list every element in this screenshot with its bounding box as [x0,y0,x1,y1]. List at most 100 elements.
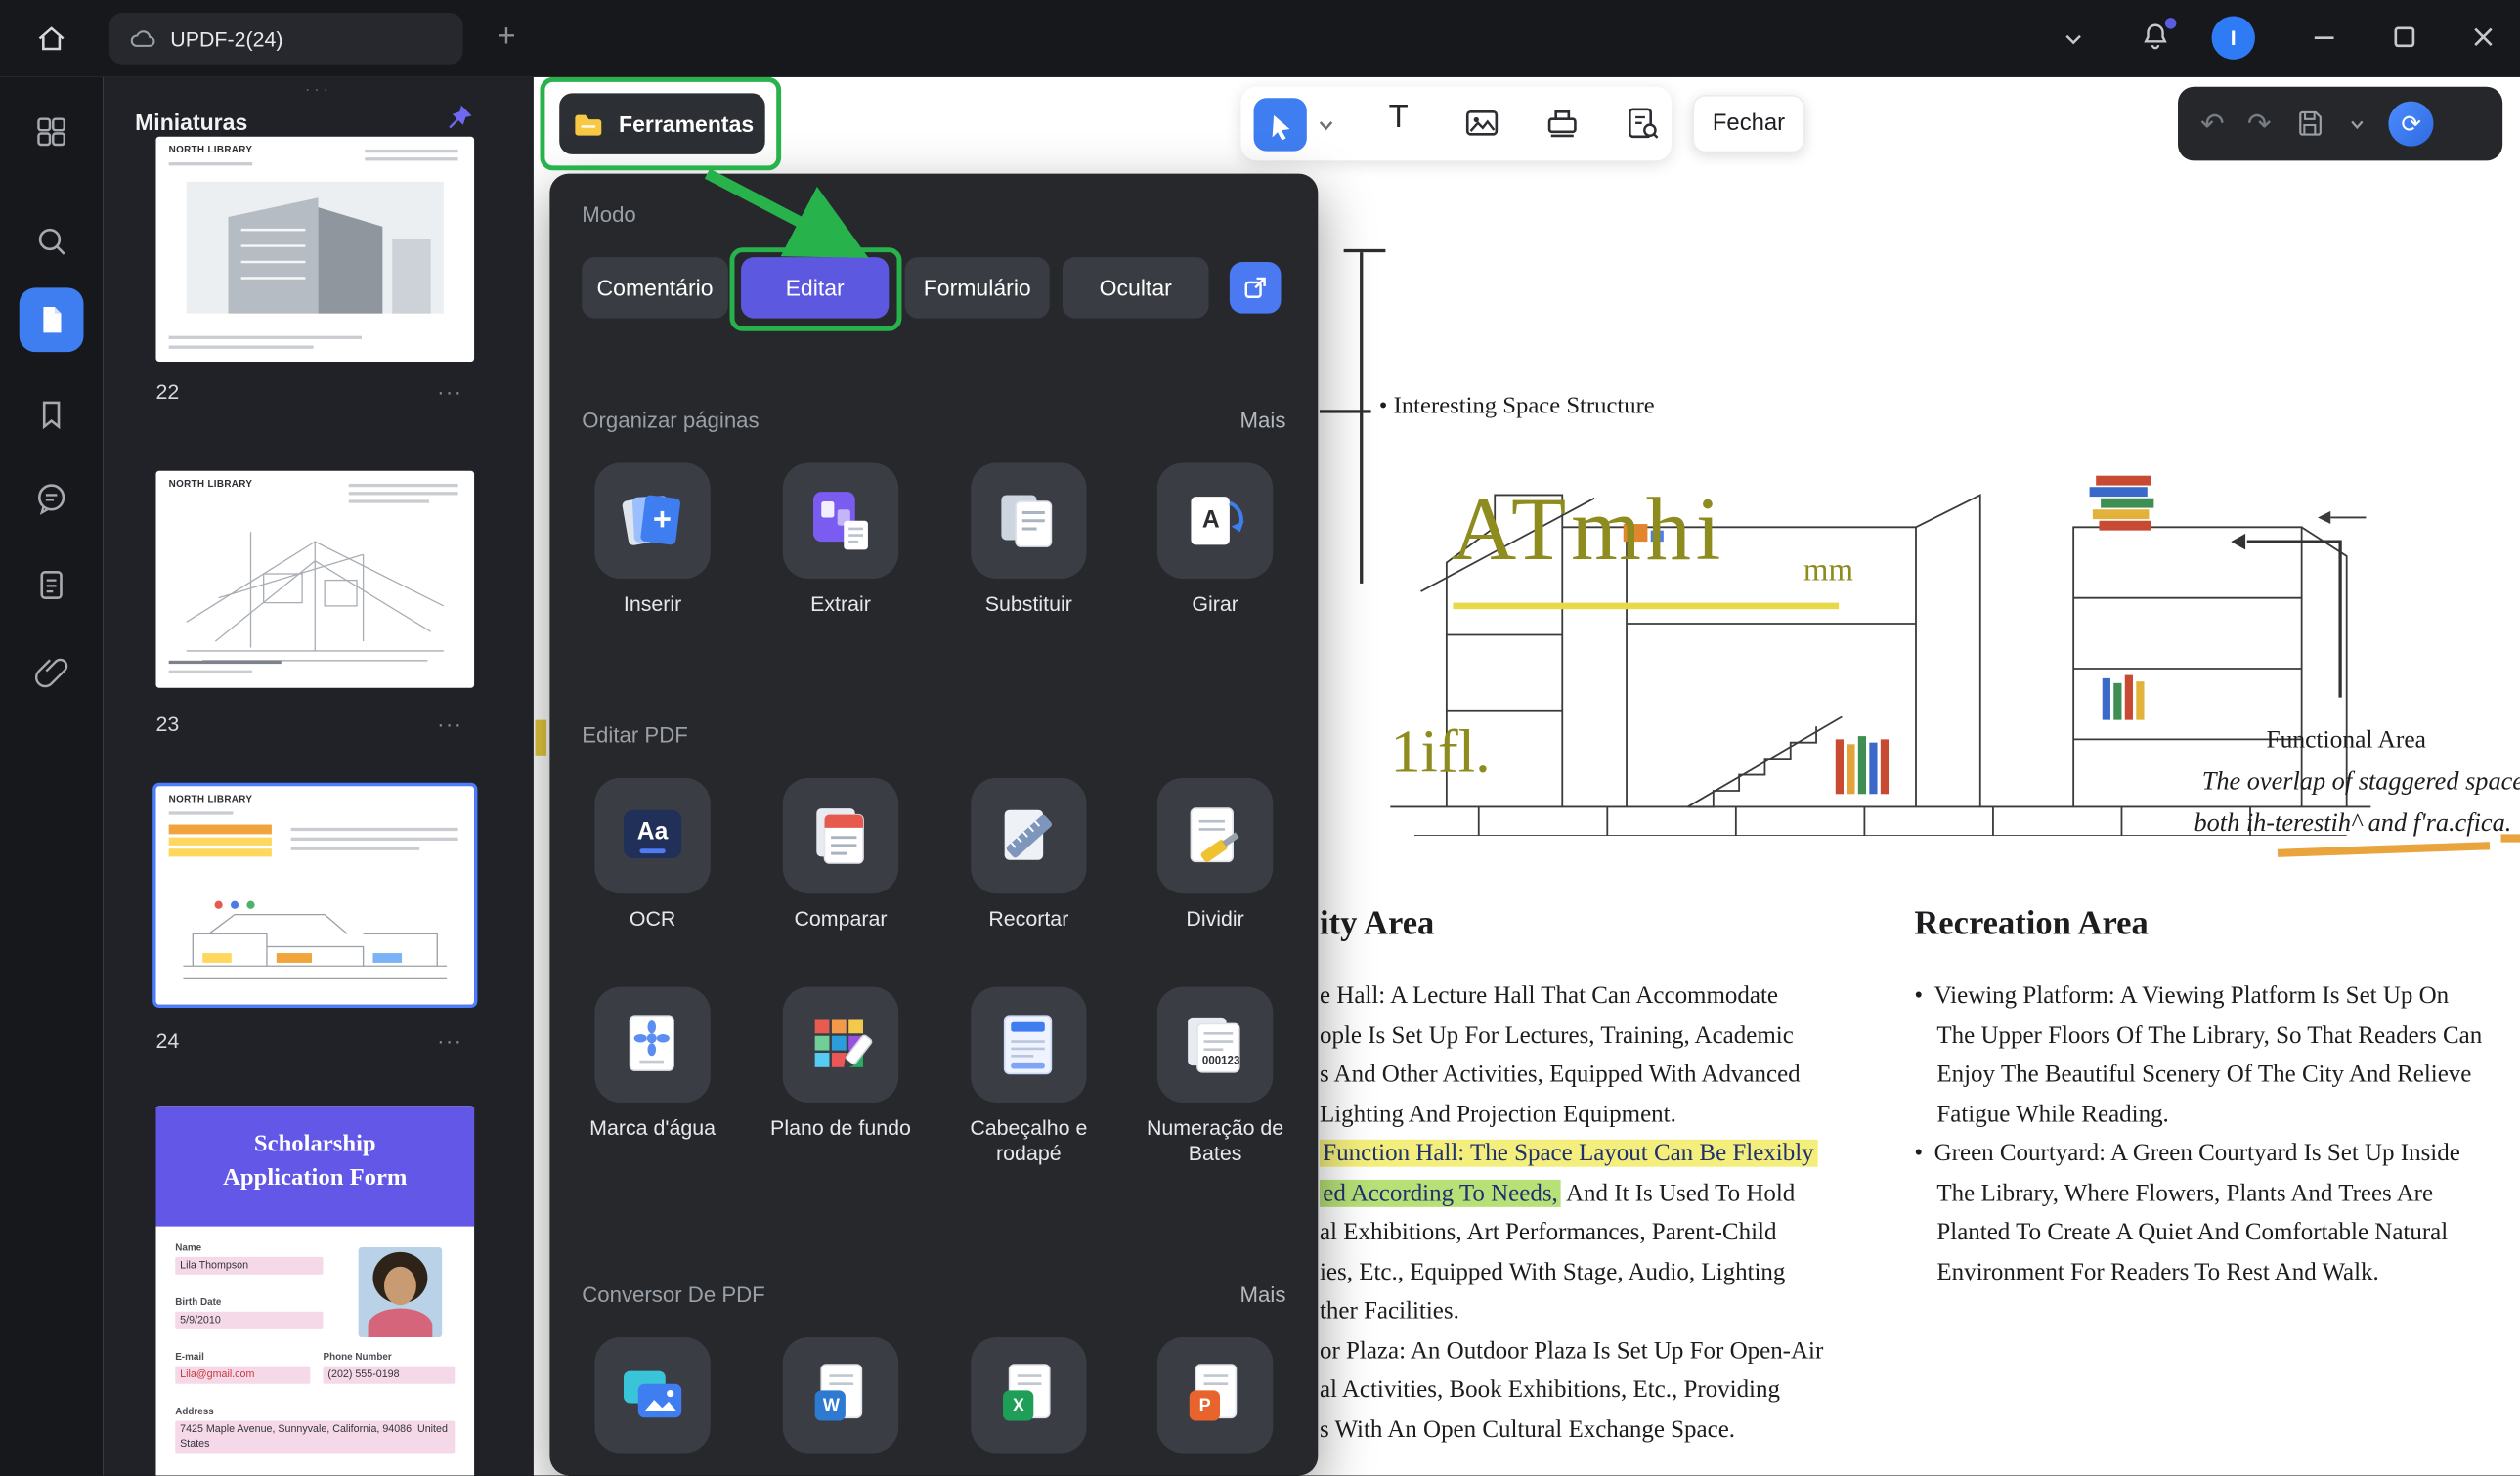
tool-plano-de-fundo[interactable]: Plano de fundo [760,987,921,1142]
page-22-more-button[interactable]: ··· [437,379,462,404]
undo-button[interactable]: ↶ [2200,109,2225,139]
tool-dividir[interactable]: Dividir [1135,778,1295,933]
page-23-more-button[interactable]: ··· [437,712,462,736]
tool-convert-ppt[interactable]: P [1135,1337,1295,1453]
mode-label: Ocultar [1100,275,1172,300]
form-phone-value: (202) 555-0198 [324,1367,456,1384]
pin-icon[interactable] [445,103,474,132]
save-chevron-icon[interactable] [2349,115,2367,133]
books-mid [1836,736,1889,794]
comment-icon [34,481,69,516]
new-tab-button[interactable]: + [486,16,528,58]
tool-girar[interactable]: A Girar [1135,463,1295,618]
organizar-mais-link[interactable]: Mais [1240,409,1286,433]
right-text-column: Viewing Platform: A Viewing Platform Is … [1914,977,2520,1292]
select-tool-chevron-icon[interactable] [1317,115,1336,135]
left-text-column: e Hall: A Lecture Hall That Can Accommod… [1320,977,1850,1450]
select-tool-button[interactable] [1254,98,1307,151]
document-tab[interactable]: UPDF-2(24) [109,13,463,65]
grid-icon [34,114,69,150]
tool-numeracao-bates[interactable]: 000123 Numeração de Bates [1135,987,1295,1167]
thumbnail-page-23[interactable]: NORTH LIBRARY [155,471,474,688]
thumbnail-page-24[interactable]: NORTH LIBRARY [155,786,474,1005]
mode-editar-button[interactable]: Editar [741,257,889,318]
tool-inserir[interactable]: Inserir [572,463,732,618]
tools-dropdown-panel: Modo Comentário Editar Formulário Oculta… [549,174,1318,1476]
tool-comparar[interactable]: Comparar [760,778,921,933]
doc-line: The Upper Floors Of The Library, So That… [1936,1017,2520,1056]
app-window: UPDF-2(24) + I [0,0,2520,1475]
thumbnail-scholarship-form[interactable]: Scholarship Application Form Name Lila T… [155,1106,474,1475]
tool-label: Recortar [958,906,1100,932]
page-text-button[interactable] [0,553,103,618]
redo-button[interactable]: ↷ [2247,109,2272,139]
tool-extrair[interactable]: Extrair [760,463,921,618]
doc-annotation-line [1320,410,1371,412]
crop-icon [971,778,1086,893]
page-search-tool-button[interactable] [1624,105,1662,143]
doc-big-text-sub: mm [1803,553,1853,590]
mode-label: Editar [786,275,845,300]
word-badge-letter: W [823,1397,840,1416]
cursor-icon [1266,110,1295,140]
yellow-highlight-text: Function Hall: The Space Layout Can Be F… [1320,1140,1817,1167]
fechar-button[interactable]: Fechar [1692,95,1804,152]
close-icon[interactable] [2469,22,2498,52]
page-number-23: 23 [155,712,179,736]
tool-cabecalho-rodape[interactable]: Cabeçalho e rodapé [948,987,1108,1167]
maximize-icon[interactable] [2390,22,2419,52]
apps-grid-button[interactable] [0,100,103,164]
mode-comentario-button[interactable]: Comentário [582,257,728,318]
save-button[interactable] [2294,108,2326,140]
split-icon [1157,778,1273,893]
doc-line-rest: And It Is Used To Hold [1561,1179,1795,1206]
thumbnails-panel-button[interactable] [20,287,84,352]
search-button[interactable] [0,209,103,274]
tool-label: Extrair [770,591,912,617]
home-button[interactable] [22,15,80,63]
preview-art [169,848,272,856]
chevron-down-icon[interactable] [2058,22,2090,55]
tool-convert-image[interactable] [572,1337,732,1453]
minimize-icon[interactable] [2310,22,2339,52]
organizar-section-title: Organizar páginas [582,409,759,433]
bates-numbering-icon: 000123 [1157,987,1273,1103]
orange-marker [2501,834,2520,842]
tool-ocr[interactable]: Aa OCR [572,778,732,933]
page-number-22: 22 [155,379,179,404]
bookmarks-button[interactable] [0,382,103,447]
preview-art [349,484,458,487]
bookmark-icon [34,397,69,432]
conversor-mais-link[interactable]: Mais [1240,1282,1286,1307]
stamp-tool-button[interactable] [1543,105,1582,143]
panel-drag-handle[interactable]: ··· [103,80,534,100]
tool-convert-excel[interactable]: X [948,1337,1108,1453]
preview-art [291,838,458,841]
photo-shoulders [369,1308,433,1337]
tool-convert-word[interactable]: W [760,1337,921,1453]
comments-button[interactable] [0,466,103,531]
user-avatar[interactable]: I [2212,16,2255,59]
image-tool-button[interactable] [1462,105,1500,143]
tool-recortar[interactable]: Recortar [948,778,1108,933]
convert-ppt-icon: P [1157,1337,1273,1453]
building-render-preview [170,175,459,323]
mode-formulario-button[interactable]: Formulário [905,257,1050,318]
left-column-heading: ity Area [1320,903,1434,943]
cloud-sync-button[interactable]: ⟳ [2389,102,2434,147]
ferramentas-button[interactable]: Ferramentas [559,93,764,153]
attachments-button[interactable] [0,639,103,704]
open-external-button[interactable] [1230,262,1282,314]
tool-marca-dagua[interactable]: Marca d'água [572,987,732,1142]
tool-label: OCR [582,906,723,932]
history-save-card: ↶ ↷ ⟳ [2178,87,2502,161]
text-tool-button[interactable]: T [1389,100,1409,137]
preview-art [169,811,234,814]
thumbnail-page-22[interactable]: NORTH LIBRARY [155,137,474,362]
page-24-more-button[interactable]: ··· [437,1028,462,1053]
form-email-value: Lila@gmail.com [175,1367,310,1384]
tool-substituir[interactable]: Substituir [948,463,1108,618]
header-footer-icon [971,987,1086,1103]
mode-label: Formulário [924,275,1031,300]
mode-ocultar-button[interactable]: Ocultar [1063,257,1209,318]
